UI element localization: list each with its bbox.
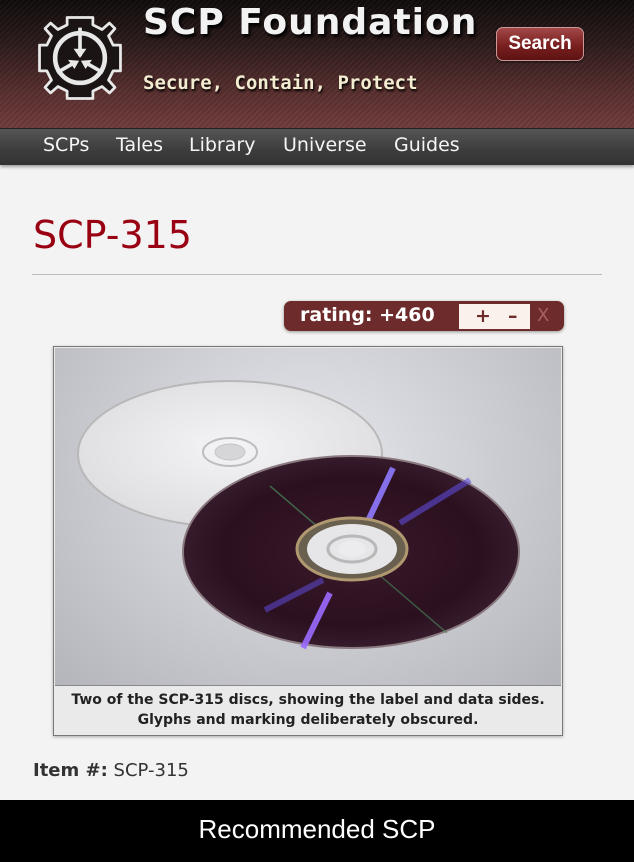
- site-title[interactable]: SCP Foundation: [143, 2, 477, 43]
- disc-photo[interactable]: [55, 348, 561, 686]
- upvote-button[interactable]: +: [475, 305, 491, 327]
- caption-banner: Recommended SCP: [0, 800, 634, 862]
- image-caption: Two of the SCP-315 discs, showing the la…: [71, 692, 545, 728]
- banner-text: Recommended SCP: [198, 814, 436, 844]
- vote-buttons: + –: [459, 304, 530, 329]
- nav-item-universe[interactable]: Universe: [283, 134, 367, 156]
- cancel-vote-button[interactable]: X: [537, 305, 549, 326]
- nav-item-tales[interactable]: Tales: [116, 134, 163, 156]
- cd-illustration: [77, 380, 520, 650]
- site-header: SCP Foundation Secure, Contain, Protect …: [0, 0, 634, 128]
- downvote-button[interactable]: –: [508, 305, 518, 327]
- image-block: Two of the SCP-315 discs, showing the la…: [53, 346, 563, 736]
- nav-item-scps[interactable]: SCPs: [43, 134, 89, 156]
- item-number-value: SCP-315: [113, 760, 189, 781]
- site-tagline: Secure, Contain, Protect: [143, 72, 418, 94]
- item-number: Item #: SCP-315: [33, 760, 189, 781]
- top-nav: SCPs Tales Library Universe Guides: [0, 128, 634, 165]
- search-button[interactable]: Search: [496, 27, 584, 61]
- page-title: SCP-315: [33, 213, 192, 257]
- rating-value: rating: +460: [300, 304, 435, 326]
- rating-module: rating: +460 + – X: [284, 301, 564, 331]
- scp-logo-icon[interactable]: [34, 12, 126, 104]
- title-divider: [32, 274, 602, 275]
- nav-item-library[interactable]: Library: [189, 134, 255, 156]
- nav-item-guides[interactable]: Guides: [394, 134, 460, 156]
- item-number-label: Item #:: [33, 760, 108, 781]
